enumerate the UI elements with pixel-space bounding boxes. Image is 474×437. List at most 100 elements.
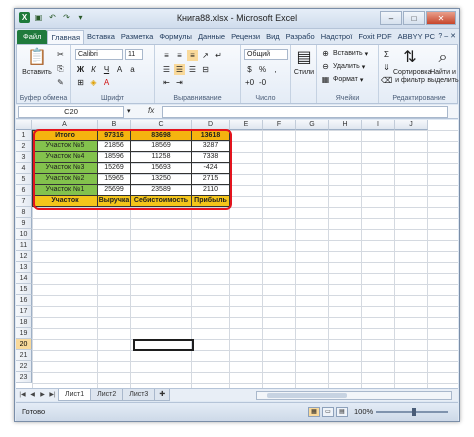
function-icon[interactable]: fx xyxy=(148,106,154,115)
bold-icon[interactable]: Ж xyxy=(75,64,86,75)
cut-icon[interactable]: ✂ xyxy=(55,49,66,60)
tab-review[interactable]: Рецензи xyxy=(228,30,263,44)
find-select-button[interactable]: ⌕ Найти и выделить xyxy=(427,48,459,85)
last-sheet-icon[interactable]: ▶| xyxy=(48,391,57,398)
tab-foxit-pdf[interactable]: Foxit PDF xyxy=(355,30,394,44)
tab-insert[interactable]: Вставка xyxy=(84,30,118,44)
borders-icon[interactable]: ⊞ xyxy=(75,77,86,88)
increase-decimal-icon[interactable]: +0 xyxy=(244,77,255,88)
orientation-icon[interactable]: ↗ xyxy=(200,50,211,61)
row-header-16[interactable]: 16 xyxy=(16,295,32,306)
row-header-9[interactable]: 9 xyxy=(16,218,32,229)
tab-data[interactable]: Данные xyxy=(195,30,228,44)
italic-icon[interactable]: К xyxy=(88,64,99,75)
row-header-22[interactable]: 22 xyxy=(16,361,32,372)
name-box-dropdown-icon[interactable]: ▾ xyxy=(127,107,131,115)
format-painter-icon[interactable]: ✎ xyxy=(55,77,66,88)
row-header-18[interactable]: 18 xyxy=(16,317,32,328)
worksheet-grid[interactable]: ABCDEFGHIJ 1 2 3 4 5 6 7 8 9 10 11 12 13 14 15 16 17 18 19… xyxy=(16,120,458,388)
zoom-slider[interactable] xyxy=(376,408,448,416)
zoom-slider-knob[interactable] xyxy=(412,408,416,416)
row-header-12[interactable]: 12 xyxy=(16,251,32,262)
copy-icon[interactable]: ⎘ xyxy=(55,63,66,74)
row-header-8[interactable]: 8 xyxy=(16,207,32,218)
column-header-g[interactable]: G xyxy=(296,120,329,130)
underline-icon[interactable]: Ч xyxy=(101,64,112,75)
styles-button[interactable]: ▤ Стили xyxy=(292,48,316,76)
align-center-icon[interactable]: ☰ xyxy=(174,64,185,75)
column-header-h[interactable]: H xyxy=(329,120,362,130)
number-format-select[interactable]: Общий xyxy=(244,49,288,60)
prev-sheet-icon[interactable]: ◀ xyxy=(28,391,37,398)
tab-formulas[interactable]: Формулы xyxy=(156,30,195,44)
page-layout-view-icon[interactable]: ▭ xyxy=(322,407,334,417)
normal-view-icon[interactable]: ▦ xyxy=(308,407,320,417)
ribbon-close-icon[interactable]: ✕ xyxy=(450,30,456,44)
row-header-14[interactable]: 14 xyxy=(16,273,32,284)
font-name-select[interactable]: Calibri xyxy=(75,49,123,60)
align-top-icon[interactable]: ≡ xyxy=(161,50,172,61)
decrease-indent-icon[interactable]: ⇤ xyxy=(161,77,172,88)
first-sheet-icon[interactable]: |◀ xyxy=(18,391,27,398)
sheet-tab-1[interactable]: Лист1 xyxy=(58,389,92,401)
horizontal-scrollbar[interactable] xyxy=(256,391,452,400)
new-sheet-icon[interactable]: ✚ xyxy=(154,389,171,401)
format-cells-button[interactable]: ▦ Формат ▾ xyxy=(320,74,364,85)
merge-cells-icon[interactable]: ⊟ xyxy=(200,64,211,75)
tab-developer[interactable]: Разрабо xyxy=(283,30,318,44)
formula-input[interactable] xyxy=(162,106,448,118)
row-header-10[interactable]: 10 xyxy=(16,229,32,240)
insert-cells-button[interactable]: ⊕ Вставить ▾ xyxy=(320,48,368,59)
tab-home[interactable]: Главная xyxy=(47,30,84,44)
autosum-icon[interactable]: Σ xyxy=(381,49,392,60)
page-break-view-icon[interactable]: ▤ xyxy=(336,407,348,417)
tab-file[interactable]: Файл xyxy=(17,30,48,44)
sheet-tab-3[interactable]: Лист3 xyxy=(122,389,156,401)
font-color-icon[interactable]: A xyxy=(101,77,112,88)
horizontal-scroll-thumb[interactable] xyxy=(267,393,347,398)
currency-icon[interactable]: $ xyxy=(244,64,255,75)
row-header-6[interactable]: 6 xyxy=(16,185,32,196)
maximize-icon[interactable]: □ xyxy=(403,11,425,25)
sheet-tab-2[interactable]: Лист2 xyxy=(90,389,124,401)
grow-font-icon[interactable]: A xyxy=(114,64,125,75)
name-box[interactable]: C20 xyxy=(18,106,124,118)
help-icon[interactable]: ? xyxy=(438,30,442,44)
row-header-21[interactable]: 21 xyxy=(16,350,32,361)
row-header-15[interactable]: 15 xyxy=(16,284,32,295)
paste-button[interactable]: 📋 Вставить xyxy=(21,48,53,76)
ribbon-minimize-icon[interactable]: – xyxy=(444,30,448,44)
fill-icon[interactable]: ⇓ xyxy=(381,62,392,73)
shrink-font-icon[interactable]: a xyxy=(127,64,138,75)
row-header-2[interactable]: 2 xyxy=(16,141,32,152)
sort-filter-button[interactable]: ⇅ Сортировка и фильтр xyxy=(393,48,431,85)
clear-icon[interactable]: ⌫ xyxy=(381,75,392,86)
align-middle-icon[interactable]: ≡ xyxy=(174,50,185,61)
select-all-corner[interactable] xyxy=(16,120,32,130)
active-cell-c20[interactable] xyxy=(133,339,194,351)
row-header-17[interactable]: 17 xyxy=(16,306,32,317)
row-header-5[interactable]: 5 xyxy=(16,174,32,185)
row-header-23[interactable]: 23 xyxy=(16,372,32,383)
tab-abbyy[interactable]: ABBYY PC xyxy=(395,30,438,44)
comma-style-icon[interactable]: , xyxy=(270,64,281,75)
row-header-20[interactable]: 20 xyxy=(16,339,32,350)
row-header-11[interactable]: 11 xyxy=(16,240,32,251)
column-header-f[interactable]: F xyxy=(263,120,296,130)
fill-color-icon[interactable]: ◈ xyxy=(88,77,99,88)
zoom-level[interactable]: 100% xyxy=(354,407,373,416)
next-sheet-icon[interactable]: ▶ xyxy=(38,391,47,398)
minimize-icon[interactable]: – xyxy=(380,11,402,25)
close-icon[interactable]: ✕ xyxy=(426,11,456,25)
wrap-text-icon[interactable]: ↵ xyxy=(213,50,224,61)
row-header-4[interactable]: 4 xyxy=(16,163,32,174)
column-header-i[interactable]: I xyxy=(362,120,395,130)
row-header-19[interactable]: 19 xyxy=(16,328,32,339)
row-header-3[interactable]: 3 xyxy=(16,152,32,163)
row-header-7[interactable]: 7 xyxy=(16,196,32,207)
align-right-icon[interactable]: ☰ xyxy=(187,64,198,75)
increase-indent-icon[interactable]: ⇥ xyxy=(174,77,185,88)
column-header-j[interactable]: J xyxy=(395,120,428,130)
font-size-select[interactable]: 11 xyxy=(125,49,143,60)
tab-addins[interactable]: Надстрої xyxy=(318,30,356,44)
